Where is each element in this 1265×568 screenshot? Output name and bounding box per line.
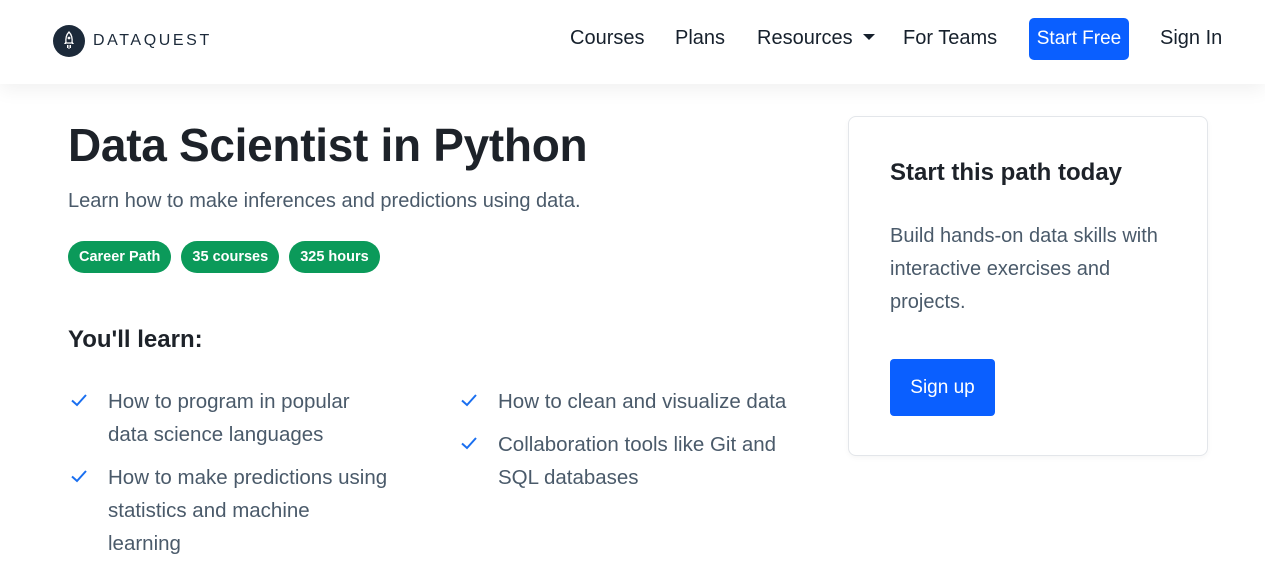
- check-icon: [458, 428, 498, 494]
- learn-item-text: How to clean and visualize data: [498, 390, 787, 413]
- nav-for-teams[interactable]: For Teams: [903, 27, 997, 50]
- start-free-button[interactable]: Start Free: [1029, 18, 1129, 60]
- learn-item: Collaboration tools like Git and SQL dat…: [458, 428, 798, 494]
- sign-in-link[interactable]: Sign In: [1160, 27, 1222, 50]
- logo-text: DATAQUEST: [93, 32, 212, 49]
- learn-item-text: How to make predictions using statistics…: [108, 466, 388, 555]
- learn-item-text: How to program in popular data science l…: [108, 390, 350, 446]
- learn-item-text: Collaboration tools like Git and SQL dat…: [498, 433, 777, 489]
- card-description: Build hands-on data skills with interact…: [890, 225, 1158, 313]
- check-icon: [458, 385, 498, 418]
- nav-plans[interactable]: Plans: [675, 27, 725, 50]
- caret-down-icon: [862, 33, 875, 40]
- check-icon: [68, 385, 108, 451]
- nav-courses[interactable]: Courses: [570, 27, 644, 50]
- badge-list: Career Path 35 courses 325 hours: [68, 241, 380, 273]
- card-title: Start this path today: [890, 159, 1123, 186]
- signup-card: Start this path today Build hands-on dat…: [848, 116, 1208, 456]
- learn-item: How to program in popular data science l…: [68, 385, 388, 451]
- learn-item: How to make predictions using statistics…: [68, 461, 388, 560]
- nav-resources[interactable]: Resources: [757, 27, 875, 50]
- rocket-icon: [53, 25, 85, 57]
- nav-resources-label: Resources: [757, 27, 853, 49]
- check-icon: [68, 461, 108, 560]
- badge-career-path: Career Path: [68, 241, 172, 273]
- page-title: Data Scientist in Python: [68, 119, 588, 171]
- logo[interactable]: DATAQUEST: [53, 25, 212, 57]
- badge-courses: 35 courses: [181, 241, 280, 273]
- site-header: DATAQUEST Courses Plans Resources For Te…: [0, 0, 1265, 84]
- page-subtitle: Learn how to make inferences and predict…: [68, 190, 581, 212]
- learn-heading: You'll learn:: [68, 326, 203, 353]
- learn-item: How to clean and visualize data: [458, 385, 798, 418]
- badge-hours: 325 hours: [289, 241, 380, 273]
- sign-up-button[interactable]: Sign up: [890, 359, 995, 416]
